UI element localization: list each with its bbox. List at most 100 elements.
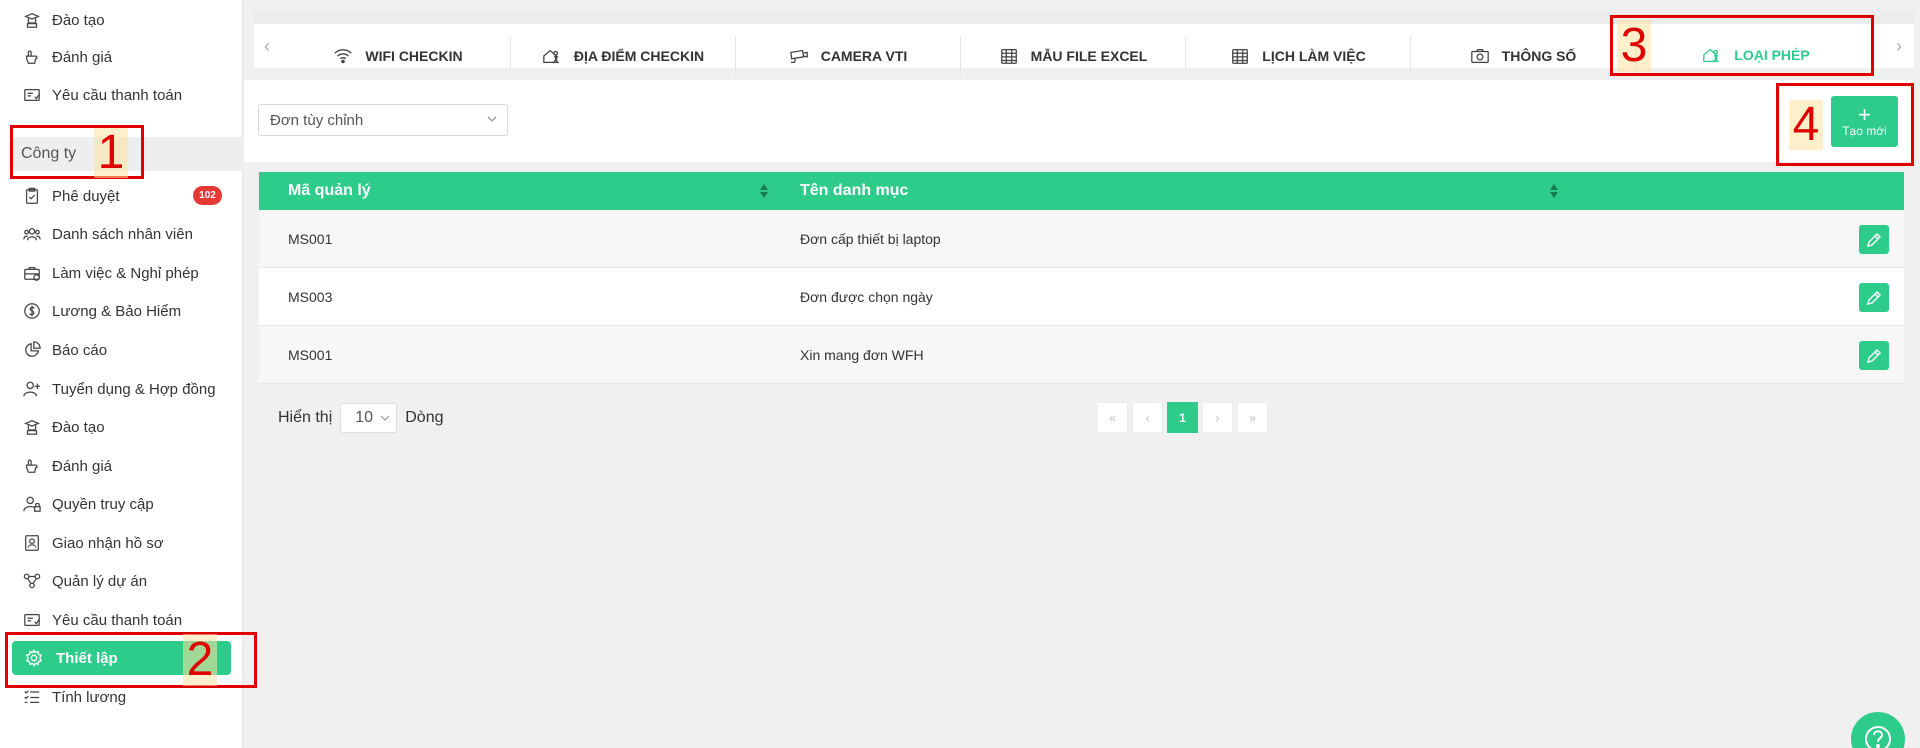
pagination: « ‹ 1 › » <box>1097 402 1268 433</box>
salary-icon <box>22 301 42 321</box>
help-button[interactable] <box>1851 712 1905 748</box>
sidebar-item-label: Đào tạo <box>52 11 105 29</box>
column-header-name[interactable]: Tên danh mục <box>800 172 908 210</box>
access-icon <box>22 494 42 514</box>
tab-work-schedule[interactable]: LỊCH LÀM VIỆC <box>1186 36 1411 76</box>
training-icon <box>22 417 42 437</box>
page-size-select[interactable]: 10 <box>340 403 398 433</box>
payroll-icon <box>22 687 42 707</box>
column-label: Tên danh mục <box>800 182 909 199</box>
sidebar-item-salary[interactable]: Lương & Bảo Hiểm <box>22 296 181 326</box>
sidebar-item-training-top[interactable]: Đào tạo <box>22 5 105 35</box>
sidebar-item-label: Đánh giá <box>52 457 113 475</box>
sidebar-item-evaluation[interactable]: Đánh giá <box>22 451 112 481</box>
approval-count-badge: 102 <box>193 186 222 205</box>
column-label: Mã quản lý <box>288 182 371 199</box>
page-size-control: Hiển thị 10 Dòng <box>278 403 444 433</box>
leave-type-table: Mã quản lý Tên danh mục MS001 Đơn cấp th… <box>259 172 1904 384</box>
sidebar-item-work-leave[interactable]: Làm việc & Nghỉ phép <box>22 258 199 288</box>
table-row: MS001 Xin mang đơn WFH <box>259 326 1904 384</box>
sidebar-item-label: Tuyển dụng & Hợp đồng <box>52 380 216 398</box>
sidebar-item-label: Tính lương <box>52 688 127 706</box>
cell-name: Xin mang đơn WFH <box>800 347 924 363</box>
cell-name: Đơn cấp thiết bị laptop <box>800 231 941 247</box>
work-leave-icon <box>22 263 42 283</box>
page-size-value: 10 <box>355 409 374 426</box>
sidebar-item-payment-request[interactable]: Yêu cầu thanh toán <box>22 605 182 635</box>
sort-icon[interactable] <box>759 183 769 199</box>
sidebar-item-label: Phê duyệt <box>52 187 120 205</box>
annotation-number-4: 4 <box>1789 100 1823 150</box>
sidebar-item-recruitment[interactable]: Tuyển dụng & Hợp đồng <box>22 374 216 404</box>
last-page-button[interactable]: » <box>1237 402 1268 433</box>
training-icon <box>22 10 42 30</box>
tab-excel-template[interactable]: MẪU FILE EXCEL <box>961 36 1186 76</box>
question-icon <box>1865 726 1891 748</box>
sidebar-item-label: Làm việc & Nghỉ phép <box>52 264 199 282</box>
sidebar-item-label: Quản lý dự án <box>52 572 148 590</box>
main-content: ‹ WIFI CHECKIN ĐỊA ĐIỂM CHECKIN CAMERA V… <box>244 0 1920 748</box>
prev-page-button[interactable]: ‹ <box>1132 402 1163 433</box>
edit-button[interactable] <box>1859 283 1889 312</box>
tab-parameters[interactable]: THÔNG SỐ <box>1411 36 1636 76</box>
table-body: MS001 Đơn cấp thiết bị laptop MS003 Đơn … <box>259 210 1904 384</box>
sidebar-item-employees[interactable]: Danh sách nhân viên <box>22 219 193 249</box>
annotation-number-1: 1 <box>94 128 128 178</box>
sidebar-item-report[interactable]: Báo cáo <box>22 335 107 365</box>
first-page-button[interactable]: « <box>1097 402 1128 433</box>
sidebar-item-training[interactable]: Đào tạo <box>22 412 105 442</box>
tab-camera[interactable]: CAMERA VTI <box>736 36 961 76</box>
page-button-current[interactable]: 1 <box>1167 402 1198 433</box>
annotation-box-2 <box>5 632 257 688</box>
project-icon <box>22 571 42 591</box>
sidebar-item-project[interactable]: Quản lý dự án <box>22 566 147 596</box>
tab-wifi-checkin[interactable]: WIFI CHECKIN <box>286 36 511 76</box>
table-header: Mã quản lý Tên danh mục <box>259 172 1904 210</box>
recruitment-icon <box>22 379 42 399</box>
show-label: Hiển thị <box>278 409 333 426</box>
edit-button[interactable] <box>1859 225 1889 254</box>
sort-icon[interactable] <box>1549 183 1559 199</box>
next-page-button[interactable]: › <box>1202 402 1233 433</box>
approval-icon <box>22 186 42 206</box>
documents-icon <box>22 533 42 553</box>
sidebar-item-payment-request-top[interactable]: Yêu cầu thanh toán <box>22 80 182 110</box>
sidebar-item-label: Yêu cầu thanh toán <box>52 611 183 629</box>
table-row: MS001 Đơn cấp thiết bị laptop <box>259 210 1904 268</box>
payment-request-icon <box>22 610 42 630</box>
sidebar-item-approval[interactable]: Phê duyệt <box>22 181 120 211</box>
pencil-icon <box>1867 348 1881 363</box>
tabs-scroll-left-button[interactable]: ‹ <box>264 36 270 57</box>
sidebar-item-label: Báo cáo <box>52 341 108 359</box>
calendar-grid-icon <box>1000 49 1017 64</box>
select-value: Đơn tùy chỉnh <box>270 111 364 129</box>
tab-label: ĐỊA ĐIỂM CHECKIN <box>573 48 705 64</box>
sidebar-item-label: Quyền truy cập <box>52 495 154 513</box>
annotation-number-3: 3 <box>1617 20 1651 72</box>
chevron-down-icon <box>487 116 497 122</box>
location-checkin-icon <box>543 49 559 64</box>
edit-button[interactable] <box>1859 341 1889 370</box>
cell-code: MS003 <box>288 289 333 305</box>
employees-icon <box>22 224 42 244</box>
pencil-icon <box>1867 232 1881 247</box>
sidebar-item-documents[interactable]: Giao nhận hồ sơ <box>22 528 164 558</box>
sidebar-item-evaluation-top[interactable]: Đánh giá <box>22 42 112 72</box>
report-icon <box>22 340 42 360</box>
pencil-icon <box>1867 290 1881 305</box>
tab-location-checkin[interactable]: ĐỊA ĐIỂM CHECKIN <box>511 36 736 76</box>
sidebar-item-label: Danh sách nhân viên <box>52 225 193 243</box>
sidebar-item-label: Giao nhận hồ sơ <box>52 534 164 552</box>
tab-label: CAMERA VTI <box>820 48 908 64</box>
column-header-code[interactable]: Mã quản lý <box>288 172 371 210</box>
chevron-down-icon <box>380 415 390 421</box>
toolbar: Đơn tùy chỉnh + Tạo mới <box>244 80 1914 162</box>
sidebar-item-label: Đào tạo <box>52 418 105 436</box>
form-type-select[interactable]: Đơn tùy chỉnh <box>258 104 508 136</box>
tabs-scroll-right-button[interactable]: › <box>1896 36 1902 57</box>
tab-label: MẪU FILE EXCEL <box>1030 48 1148 64</box>
sidebar-item-access[interactable]: Quyền truy cập <box>22 489 154 519</box>
sidebar-item-label: Lương & Bảo Hiểm <box>52 302 182 320</box>
tab-label: WIFI CHECKIN <box>365 48 463 64</box>
photo-camera-icon <box>1470 49 1489 63</box>
